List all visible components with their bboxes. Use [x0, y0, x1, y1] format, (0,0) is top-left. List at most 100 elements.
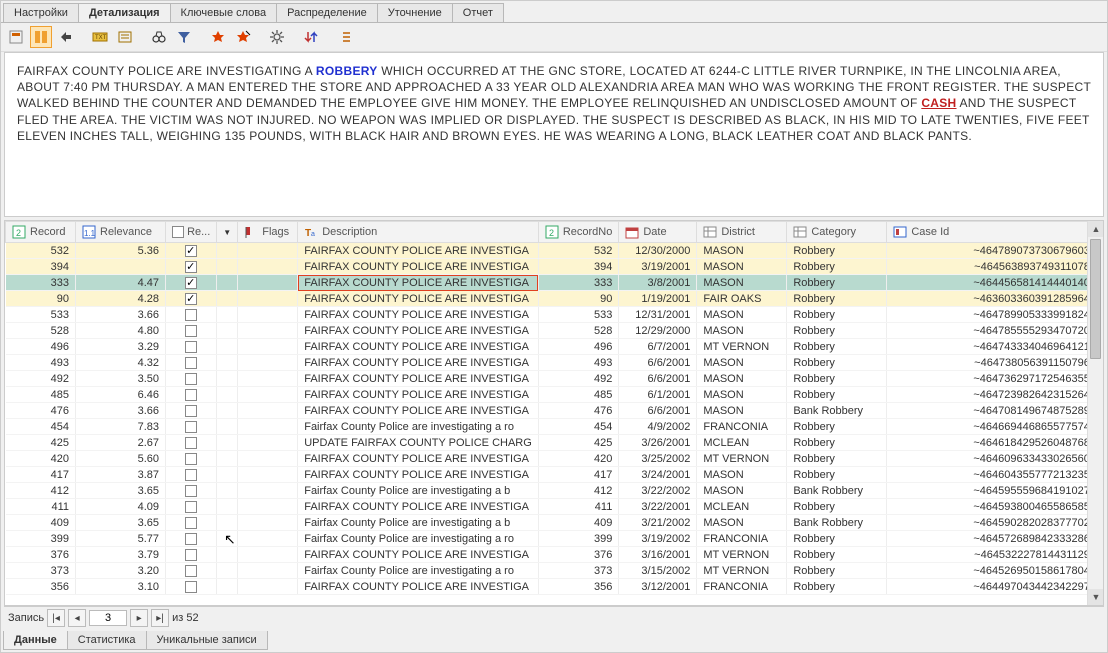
- cell-re[interactable]: [166, 531, 217, 547]
- row-checkbox[interactable]: [185, 341, 197, 353]
- cell-re[interactable]: [166, 403, 217, 419]
- cell-re[interactable]: [166, 483, 217, 499]
- table-row[interactable]: 4093.65Fairfax County Police are investi…: [6, 515, 1103, 531]
- row-checkbox[interactable]: [185, 405, 197, 417]
- tab-refine[interactable]: Уточнение: [377, 3, 453, 22]
- row-checkbox[interactable]: [185, 277, 197, 289]
- toolbar-btn-txt[interactable]: TXT: [89, 26, 111, 48]
- row-checkbox[interactable]: [185, 245, 197, 257]
- table-row[interactable]: 5333.66FAIRFAX COUNTY POLICE ARE INVESTI…: [6, 307, 1103, 323]
- toolbar-star-remove[interactable]: [232, 26, 254, 48]
- cell-re[interactable]: [166, 371, 217, 387]
- row-checkbox[interactable]: [185, 357, 197, 369]
- row-checkbox[interactable]: [185, 565, 197, 577]
- cell-re[interactable]: [166, 243, 217, 259]
- table-row[interactable]: 4123.65Fairfax County Police are investi…: [6, 483, 1103, 499]
- col-record[interactable]: 2Record: [6, 222, 76, 243]
- row-checkbox[interactable]: [185, 421, 197, 433]
- table-row[interactable]: 904.28FAIRFAX COUNTY POLICE ARE INVESTIG…: [6, 291, 1103, 307]
- toolbar-btn-1[interactable]: [5, 26, 27, 48]
- cell-re[interactable]: [166, 579, 217, 595]
- gear-icon[interactable]: [266, 26, 288, 48]
- table-row[interactable]: 4252.67UPDATE FAIRFAX COUNTY POLICE CHAR…: [6, 435, 1103, 451]
- cell-re[interactable]: [166, 563, 217, 579]
- vertical-scrollbar[interactable]: ▲ ▼: [1087, 221, 1103, 605]
- cell-re[interactable]: [166, 515, 217, 531]
- scroll-up-icon[interactable]: ▲: [1088, 221, 1104, 237]
- cell-re[interactable]: [166, 307, 217, 323]
- col-flags[interactable]: Flags: [238, 222, 298, 243]
- table-row[interactable]: 3334.47FAIRFAX COUNTY POLICE ARE INVESTI…: [6, 275, 1103, 291]
- table-row[interactable]: 4547.83Fairfax County Police are investi…: [6, 419, 1103, 435]
- nav-next-icon[interactable]: ▸: [130, 609, 148, 627]
- table-row[interactable]: 4205.60FAIRFAX COUNTY POLICE ARE INVESTI…: [6, 451, 1103, 467]
- row-checkbox[interactable]: [185, 325, 197, 337]
- cell-re[interactable]: [166, 547, 217, 563]
- col-re-dropdown[interactable]: [217, 222, 238, 243]
- bottab-stats[interactable]: Статистика: [67, 631, 147, 650]
- list-icon[interactable]: [334, 26, 356, 48]
- cell-re[interactable]: [166, 323, 217, 339]
- row-checkbox[interactable]: [185, 437, 197, 449]
- nav-first-icon[interactable]: |◂: [47, 609, 65, 627]
- toolbar-btn-3[interactable]: [55, 26, 77, 48]
- table-row[interactable]: 4934.32FAIRFAX COUNTY POLICE ARE INVESTI…: [6, 355, 1103, 371]
- bottab-unique[interactable]: Уникальные записи: [146, 631, 268, 650]
- cell-re[interactable]: [166, 387, 217, 403]
- table-row[interactable]: 4923.50FAIRFAX COUNTY POLICE ARE INVESTI…: [6, 371, 1103, 387]
- table-row[interactable]: 4114.09FAIRFAX COUNTY POLICE ARE INVESTI…: [6, 499, 1103, 515]
- table-row[interactable]: 3563.10FAIRFAX COUNTY POLICE ARE INVESTI…: [6, 579, 1103, 595]
- col-caseid[interactable]: Case Id: [887, 222, 1103, 243]
- row-checkbox[interactable]: [185, 389, 197, 401]
- toolbar-btn-2[interactable]: [30, 26, 52, 48]
- table-row[interactable]: 4173.87FAIRFAX COUNTY POLICE ARE INVESTI…: [6, 467, 1103, 483]
- tab-distribution[interactable]: Распределение: [276, 3, 378, 22]
- tab-report[interactable]: Отчет: [452, 3, 504, 22]
- table-row[interactable]: 4763.66FAIRFAX COUNTY POLICE ARE INVESTI…: [6, 403, 1103, 419]
- col-recordno[interactable]: 2RecordNo: [538, 222, 619, 243]
- cell-re[interactable]: [166, 275, 217, 291]
- col-relevance[interactable]: 1.1Relevance: [76, 222, 166, 243]
- tab-keywords[interactable]: Ключевые слова: [170, 3, 278, 22]
- scroll-thumb[interactable]: [1090, 239, 1101, 359]
- row-checkbox[interactable]: [185, 517, 197, 529]
- row-checkbox[interactable]: [185, 501, 197, 513]
- col-description[interactable]: TaDescription: [298, 222, 539, 243]
- row-checkbox[interactable]: [185, 453, 197, 465]
- row-checkbox[interactable]: [185, 373, 197, 385]
- table-row[interactable]: 4963.29FAIRFAX COUNTY POLICE ARE INVESTI…: [6, 339, 1103, 355]
- table-row[interactable]: 3763.79FAIRFAX COUNTY POLICE ARE INVESTI…: [6, 547, 1103, 563]
- table-row[interactable]: 3733.20Fairfax County Police are investi…: [6, 563, 1103, 579]
- table-row[interactable]: 394FAIRFAX COUNTY POLICE ARE INVESTIGA39…: [6, 259, 1103, 275]
- row-checkbox[interactable]: [185, 549, 197, 561]
- table-row[interactable]: 3995.77Fairfax County Police are investi…: [6, 531, 1103, 547]
- table-row[interactable]: 5325.36FAIRFAX COUNTY POLICE ARE INVESTI…: [6, 243, 1103, 259]
- nav-prev-icon[interactable]: ◂: [68, 609, 86, 627]
- filter-icon[interactable]: [173, 26, 195, 48]
- row-checkbox[interactable]: [185, 293, 197, 305]
- toolbar-star-add[interactable]: [207, 26, 229, 48]
- table-row[interactable]: 4856.46FAIRFAX COUNTY POLICE ARE INVESTI…: [6, 387, 1103, 403]
- cell-re[interactable]: [166, 467, 217, 483]
- col-re[interactable]: Re...: [166, 222, 217, 243]
- recnav-input[interactable]: [89, 610, 127, 626]
- row-checkbox[interactable]: [185, 581, 197, 593]
- toolbar-btn-5[interactable]: [114, 26, 136, 48]
- binoculars-icon[interactable]: [148, 26, 170, 48]
- row-checkbox[interactable]: [185, 485, 197, 497]
- table-row[interactable]: 5284.80FAIRFAX COUNTY POLICE ARE INVESTI…: [6, 323, 1103, 339]
- tab-settings[interactable]: Настройки: [3, 3, 79, 22]
- cell-re[interactable]: [166, 499, 217, 515]
- scroll-down-icon[interactable]: ▼: [1088, 589, 1104, 605]
- tab-detail[interactable]: Детализация: [78, 3, 171, 22]
- cell-re[interactable]: [166, 451, 217, 467]
- cell-re[interactable]: [166, 435, 217, 451]
- cell-re[interactable]: [166, 259, 217, 275]
- row-checkbox[interactable]: [185, 261, 197, 273]
- row-checkbox[interactable]: [185, 469, 197, 481]
- cell-re[interactable]: [166, 419, 217, 435]
- row-checkbox[interactable]: [185, 309, 197, 321]
- cell-re[interactable]: [166, 339, 217, 355]
- col-category[interactable]: Category: [787, 222, 887, 243]
- nav-last-icon[interactable]: ▸|: [151, 609, 169, 627]
